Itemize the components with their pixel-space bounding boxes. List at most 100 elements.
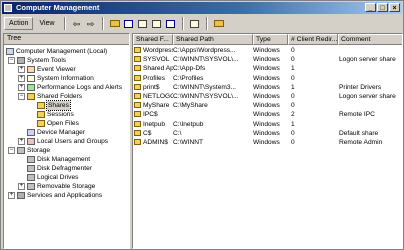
share-name-cell: SYSVOL: [134, 55, 173, 64]
tree-node-label: Shares: [46, 100, 71, 111]
share-path-cell: C:\App-Dfs: [173, 64, 253, 73]
column-header-comment[interactable]: Comment: [338, 34, 402, 45]
tree-node-removable-storage[interactable]: + Removable Storage: [18, 182, 95, 191]
collapse-icon[interactable]: −: [8, 147, 15, 154]
show-tree-icon[interactable]: [123, 18, 135, 30]
share-type-cell-text: Windows: [253, 102, 280, 110]
expand-icon[interactable]: +: [18, 183, 25, 190]
shared-folder-icon: [134, 120, 141, 127]
share-name-cell: MyShare: [134, 101, 173, 110]
share-name-cell-text: MyShare: [143, 102, 170, 110]
maximize-button[interactable]: □: [377, 3, 388, 12]
table-row[interactable]: Inetpub C:\Inetpub Windows 1: [133, 120, 402, 129]
expand-icon[interactable]: +: [18, 75, 25, 82]
tree-node-shares[interactable]: Shares: [37, 100, 71, 111]
tree-node-open-files[interactable]: Open Files: [37, 119, 79, 128]
share-type-cell-text: Windows: [253, 74, 280, 82]
table-row[interactable]: ADMIN$ C:\WINNT Windows 0 Remote Admin: [133, 138, 402, 147]
client-redirections-cell-text: 0: [291, 74, 295, 82]
performance-icon: [27, 84, 35, 91]
title-bar[interactable]: Computer Management _ □ ×: [2, 2, 402, 14]
collapse-icon[interactable]: −: [8, 57, 15, 64]
share-type-cell-text: Windows: [253, 111, 280, 119]
disk-icon: [27, 156, 35, 163]
expand-icon[interactable]: +: [8, 192, 15, 199]
tree-node-event-viewer[interactable]: + Event Viewer: [18, 65, 76, 74]
collapse-icon[interactable]: −: [18, 93, 25, 100]
column-header-shared-path[interactable]: Shared Path: [173, 34, 253, 45]
table-row[interactable]: C$ C:\ Windows 0 Default share: [133, 129, 402, 138]
tree-node-label: Removable Storage: [37, 183, 96, 190]
share-path-cell-text: C:\WINNT: [173, 139, 204, 146]
refresh-icon[interactable]: [151, 18, 163, 30]
column-header-client-redirections[interactable]: # Client Redir...: [288, 34, 338, 45]
share-path-cell: [173, 110, 253, 119]
export-icon[interactable]: [165, 18, 177, 30]
expand-icon[interactable]: +: [18, 138, 25, 145]
table-row[interactable]: Profiles C:\Profiles Windows 0: [133, 74, 402, 83]
close-button[interactable]: ×: [389, 3, 400, 12]
tree-node-shared-folders[interactable]: − Shared Folders: [18, 92, 82, 101]
new-share-icon[interactable]: [213, 18, 225, 30]
tree-node-sessions[interactable]: Sessions: [37, 110, 74, 119]
share-name-cell: NETLOGON: [134, 92, 173, 101]
tree-node-label: Disk Management: [37, 156, 91, 163]
column-header-shared-folder[interactable]: Shared F...: [133, 34, 173, 45]
menu-view[interactable]: View: [35, 18, 58, 29]
table-row[interactable]: print$ C:\WINNT\System3... Windows 1 Printer…: [133, 83, 402, 92]
column-headers: Shared F... Shared Path Type # Client Re…: [133, 34, 402, 45]
services-icon: [17, 192, 25, 199]
tree-node-device-manager[interactable]: Device Manager: [27, 128, 85, 137]
client-redirections-cell-text: 0: [291, 56, 295, 64]
tree-node-system-tools[interactable]: − System Tools: [8, 56, 66, 65]
share-path-cell-text: C:\MyShare: [173, 102, 208, 110]
tree-node-system-information[interactable]: + System Information: [18, 74, 94, 83]
help-icon[interactable]: [189, 18, 201, 30]
share-name-cell-text: NETLOGON: [143, 93, 173, 100]
share-type-cell: Windows: [253, 64, 288, 73]
expand-icon[interactable]: +: [18, 66, 25, 73]
back-arrow-icon[interactable]: ⇦: [71, 18, 83, 30]
window-title: Computer Management: [16, 3, 100, 12]
tree-node-local-users-groups[interactable]: + Local Users and Groups: [18, 137, 108, 146]
table-row[interactable]: Shared AppsC:\App-Dfs Windows 1: [133, 64, 402, 73]
share-path-cell: C:\MyShare: [173, 101, 253, 110]
share-type-cell: Windows: [253, 74, 288, 83]
menu-toolbar: Action View ⇦ ⇨: [2, 15, 402, 32]
shares-list-pane[interactable]: Shared F... Shared Path Type # Client Re…: [132, 33, 403, 249]
comment-cell-text: Remote IPC: [339, 111, 375, 119]
table-row[interactable]: IPC$ Windows 2 Remote IPC: [133, 110, 402, 119]
column-header-type[interactable]: Type: [253, 34, 288, 45]
shared-folder-icon: [134, 83, 141, 90]
up-folder-icon[interactable]: [109, 18, 121, 30]
shared-folder-icon: [27, 93, 35, 100]
forward-arrow-icon[interactable]: ⇨: [85, 18, 97, 30]
device-manager-icon: [27, 129, 35, 136]
expand-icon[interactable]: +: [18, 84, 25, 91]
share-path-cell-text: C:\Profiles: [173, 74, 204, 82]
computer-management-window: Computer Management _ □ × Action View ⇦ …: [0, 0, 404, 250]
tree-node-computer-management[interactable]: Computer Management (Local): [6, 47, 107, 56]
shared-folder-icon: [134, 139, 141, 145]
shared-folder-icon: [134, 93, 141, 99]
tree-node-disk-defragmenter[interactable]: Disk Defragmenter: [27, 164, 92, 173]
removable-storage-icon: [27, 183, 35, 190]
tree-node-logical-drives[interactable]: Logical Drives: [27, 173, 78, 182]
client-redirections-cell: 0: [291, 92, 338, 101]
tree-node-storage[interactable]: − Storage: [8, 146, 50, 155]
properties-icon[interactable]: [137, 18, 149, 30]
comment-cell-text: Logon server share: [339, 93, 396, 100]
table-row[interactable]: NETLOGONC:\WINNT\SYSVOL\... Windows 0 Logon…: [133, 92, 402, 101]
tree-node-services-applications[interactable]: + Services and Applications: [8, 191, 102, 200]
table-row[interactable]: SYSVOL C:\WINNT\SYSVOL\... Windows 0 Logon s…: [133, 55, 402, 64]
share-name-cell-text: print$: [143, 83, 160, 91]
tree-node-disk-management[interactable]: Disk Management: [27, 155, 90, 164]
minimize-button[interactable]: _: [365, 3, 376, 12]
tree-pane[interactable]: Tree Computer Management (Local) − Syste…: [3, 33, 130, 249]
tree-node-performance-logs[interactable]: + Performance Logs and Alerts: [18, 83, 122, 92]
menu-action[interactable]: Action: [4, 17, 34, 30]
table-row[interactable]: MyShare C:\MyShare Windows 0: [133, 101, 402, 110]
tree-node-label: Device Manager: [37, 129, 86, 136]
share-name-cell-text: Wordpress...: [143, 47, 173, 54]
table-row[interactable]: Wordpress...C:\Apps\Wordpress... Windows 0: [133, 46, 402, 55]
